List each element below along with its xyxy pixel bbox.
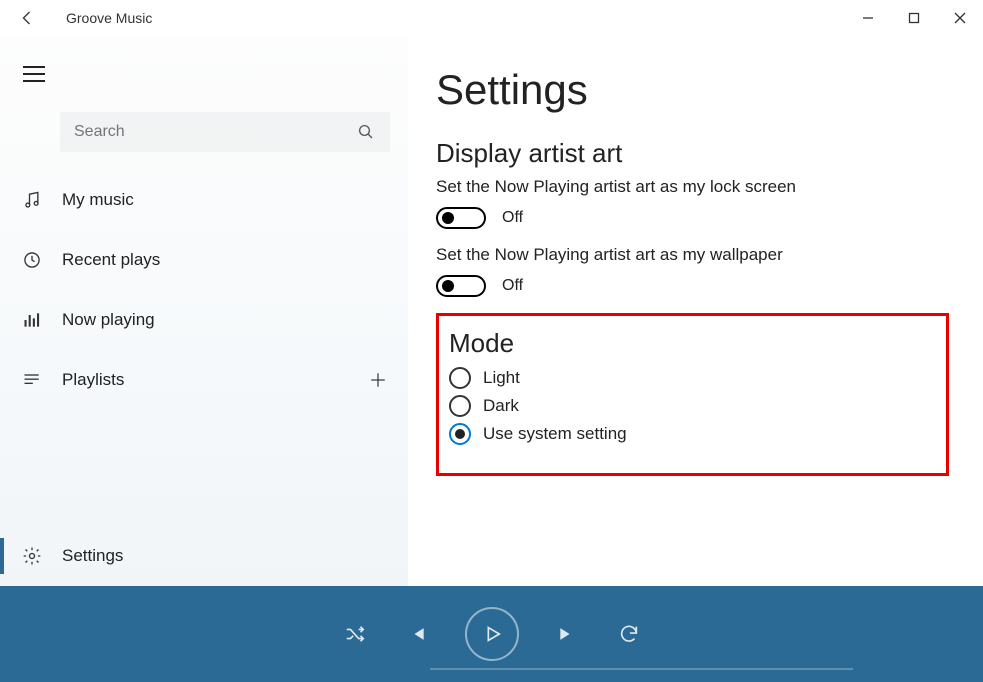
lock-screen-art-label: Set the Now Playing artist art as my loc…	[436, 177, 949, 197]
section-title-mode: Mode	[449, 328, 928, 359]
radio-icon	[449, 395, 471, 417]
previous-button[interactable]	[403, 620, 431, 648]
sidebar-item-label: Settings	[62, 546, 390, 566]
title-bar: Groove Music	[0, 0, 983, 36]
radio-icon	[449, 423, 471, 445]
sidebar-item-label: My music	[62, 190, 390, 210]
play-button[interactable]	[465, 607, 519, 661]
page-title: Settings	[436, 66, 949, 114]
lock-screen-art-state: Off	[502, 209, 523, 227]
back-button[interactable]	[18, 9, 38, 27]
app-window: Groove Music	[0, 0, 983, 682]
clock-icon	[20, 250, 44, 270]
repeat-button[interactable]	[615, 620, 643, 648]
music-note-icon	[20, 190, 44, 210]
sidebar-item-recent-plays[interactable]: Recent plays	[0, 230, 408, 290]
progress-bar[interactable]	[430, 668, 853, 670]
title-bar-left: Groove Music	[0, 9, 152, 27]
mode-option-light[interactable]: Light	[449, 367, 928, 389]
search-input[interactable]	[74, 123, 356, 141]
gear-icon	[20, 546, 44, 566]
hamburger-button[interactable]	[14, 54, 54, 94]
search-icon	[356, 123, 376, 141]
sidebar: My music Recent plays Now playing Playli…	[0, 36, 408, 586]
shuffle-button[interactable]	[341, 620, 369, 648]
radio-label: Light	[483, 368, 520, 388]
section-title-artist-art: Display artist art	[436, 138, 949, 169]
window-controls	[845, 0, 983, 36]
sidebar-item-label: Recent plays	[62, 250, 390, 270]
sidebar-item-label: Playlists	[62, 370, 366, 390]
wallpaper-art-toggle-row: Off	[436, 275, 949, 297]
wallpaper-art-state: Off	[502, 277, 523, 295]
radio-icon	[449, 367, 471, 389]
player-controls	[341, 607, 643, 661]
lock-screen-art-toggle-row: Off	[436, 207, 949, 229]
lock-screen-art-toggle[interactable]	[436, 207, 486, 229]
wallpaper-art-label: Set the Now Playing artist art as my wal…	[436, 245, 949, 265]
maximize-button[interactable]	[891, 0, 937, 36]
sidebar-item-now-playing[interactable]: Now playing	[0, 290, 408, 350]
settings-content: Settings Display artist art Set the Now …	[408, 36, 983, 586]
sidebar-item-settings[interactable]: Settings	[0, 526, 408, 586]
sidebar-item-label: Now playing	[62, 310, 390, 330]
search-box[interactable]	[60, 112, 390, 152]
sidebar-item-playlists[interactable]: Playlists	[0, 350, 408, 410]
mode-option-system[interactable]: Use system setting	[449, 423, 928, 445]
add-playlist-button[interactable]	[366, 371, 390, 389]
wallpaper-art-toggle[interactable]	[436, 275, 486, 297]
mode-option-dark[interactable]: Dark	[449, 395, 928, 417]
app-title: Groove Music	[66, 10, 152, 26]
radio-label: Use system setting	[483, 424, 627, 444]
app-body: My music Recent plays Now playing Playli…	[0, 36, 983, 586]
sidebar-item-my-music[interactable]: My music	[0, 170, 408, 230]
mode-section-highlight: Mode Light Dark Use system setting	[436, 313, 949, 476]
radio-label: Dark	[483, 396, 519, 416]
equalizer-icon	[20, 310, 44, 330]
playlist-icon	[20, 370, 44, 390]
player-bar	[0, 586, 983, 682]
close-button[interactable]	[937, 0, 983, 36]
minimize-button[interactable]	[845, 0, 891, 36]
next-button[interactable]	[553, 620, 581, 648]
